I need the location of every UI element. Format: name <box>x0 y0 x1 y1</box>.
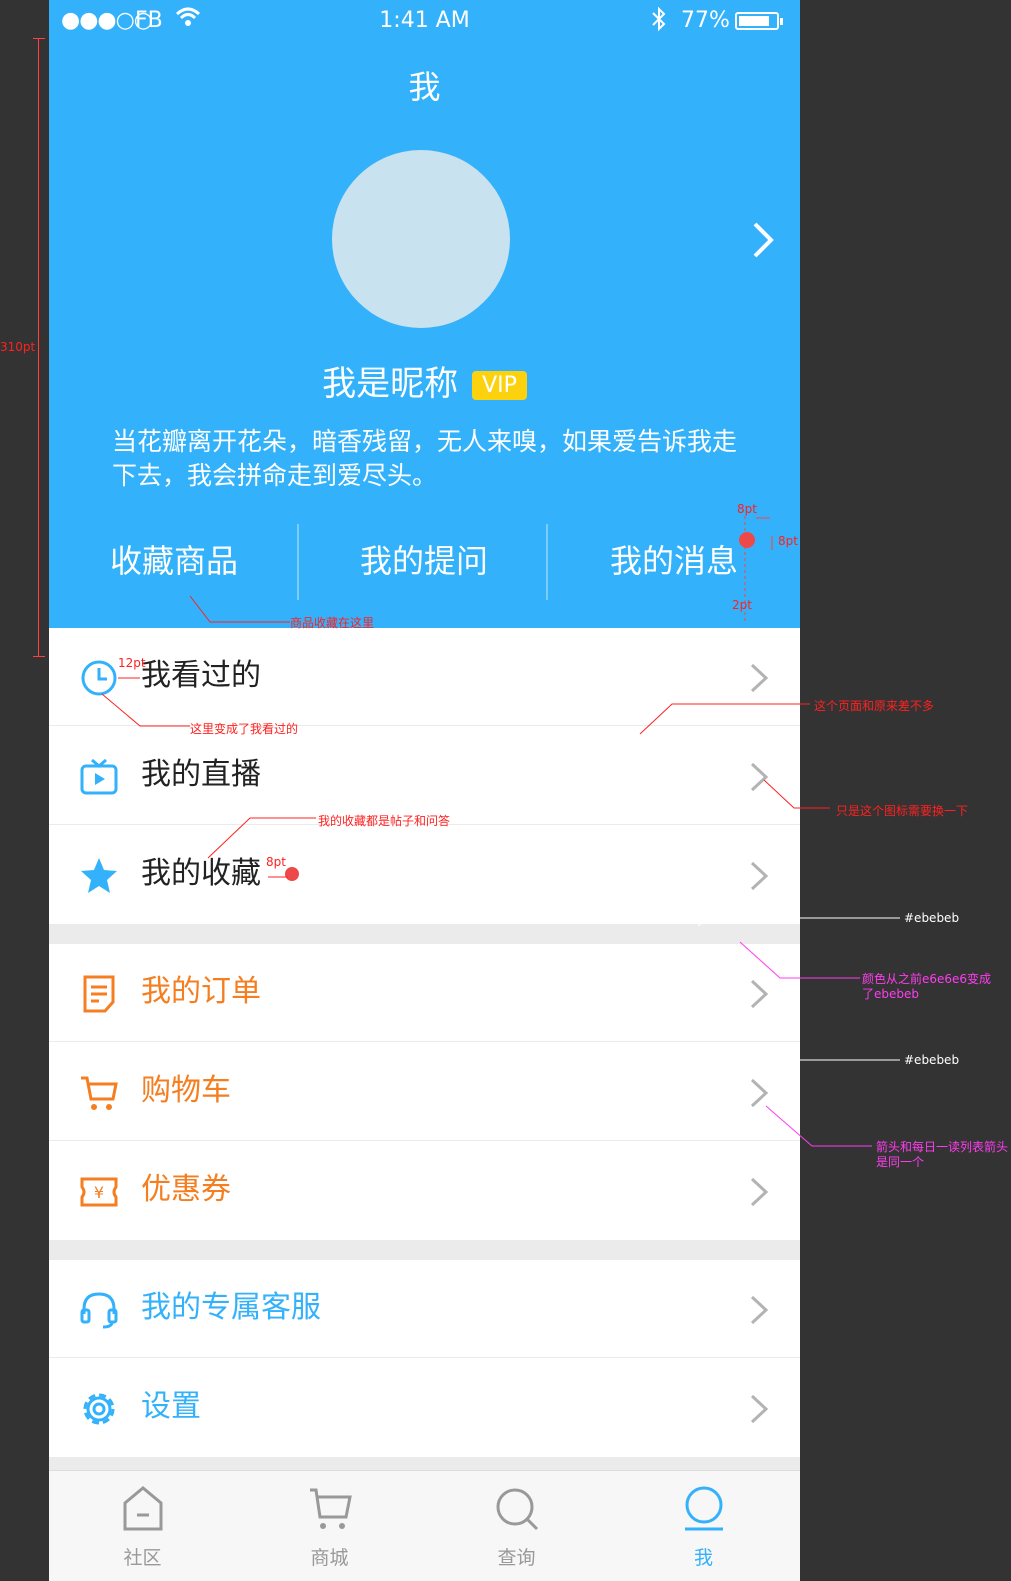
annotation-fav-goods: 商品收藏在这里 <box>290 616 375 630</box>
annotation-color-change: 颜色从之前e6e6e6变成了ebebeb <box>862 972 992 1001</box>
design-canvas: 310pt ●●●○○ FB 1:41 AM 77% 我 我是昵称 VIP 当花… <box>0 0 1011 1581</box>
annotation-changed-viewed: 这里变成了我看过的 <box>190 722 299 736</box>
annotation-lines <box>101 516 900 1147</box>
annotation-arrow-same: 箭头和每日一读列表箭头是同一个 <box>876 1140 1009 1169</box>
annotation-8pt-dot: 8pt <box>778 534 798 548</box>
annotation-icon-replace: 只是这个图标需要换一下 <box>836 804 969 818</box>
annotation-fav-posts: 我的收藏都是帖子和问答 <box>318 814 451 828</box>
annotation-color-ebebeb: #ebebeb <box>904 911 960 925</box>
annotation-12pt: 12pt <box>118 656 146 670</box>
annotation-8pt-gap: 8pt <box>737 502 757 516</box>
annotation-8pt-fav: 8pt <box>266 855 286 869</box>
annotation-2pt: 2pt <box>732 598 752 612</box>
annotation-color-ebebeb: #ebebeb <box>904 1053 960 1067</box>
annotation-similar-page: 这个页面和原来差不多 <box>814 699 935 713</box>
